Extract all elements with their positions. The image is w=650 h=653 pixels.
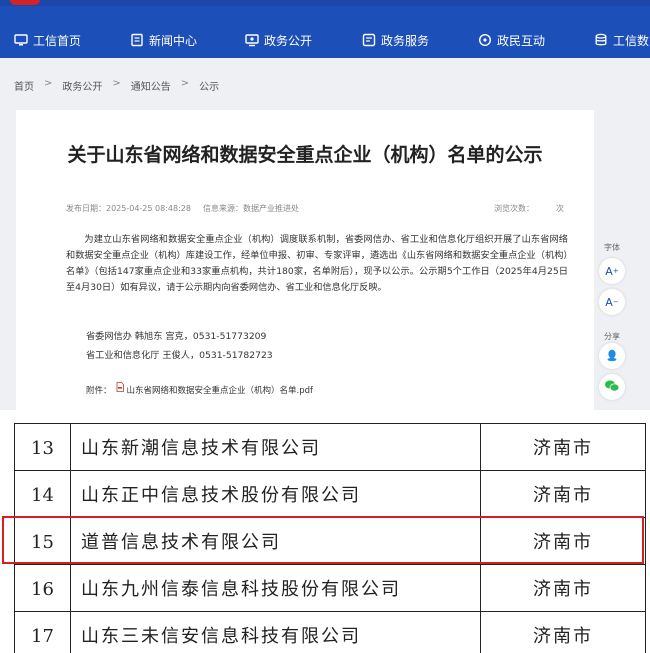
breadcrumb-gov-affairs[interactable]: 政务公开 bbox=[62, 78, 102, 93]
row-number: 14 bbox=[14, 470, 71, 518]
contact-list: 省委网信办 韩旭东 宫克，0531-51773209 省工业和信息化厅 王俊人，… bbox=[86, 327, 273, 365]
breadcrumb-separator: > bbox=[180, 78, 190, 89]
publish-date: 发布日期：2025-04-25 08:48:28 bbox=[66, 204, 191, 213]
site-logo[interactable] bbox=[10, 0, 40, 5]
company-name: 山东九州信泰信息科技股份有限公司 bbox=[70, 564, 481, 612]
company-city: 济南市 bbox=[480, 423, 646, 471]
breadcrumb-notices[interactable]: 通知公告 bbox=[131, 78, 171, 93]
nav-item-home[interactable]: 工信首页 bbox=[14, 30, 81, 50]
article-title: 关于山东省网络和数据安全重点企业（机构）名单的公示 bbox=[67, 144, 543, 166]
breadcrumb-separator: > bbox=[44, 78, 53, 89]
nav-item-interaction[interactable]: 政民互动 bbox=[478, 30, 545, 50]
news-icon bbox=[130, 33, 144, 47]
nav-item-gov-affairs[interactable]: 政务公开 bbox=[245, 30, 312, 50]
plus-icon: + bbox=[612, 267, 619, 275]
table-row: 13 山东新潮信息技术有限公司 济南市 bbox=[14, 423, 646, 471]
chat-icon bbox=[478, 33, 492, 47]
qq-icon bbox=[605, 348, 619, 365]
top-nav: 工信首页 新闻中心 政务公开 政务服务 政民互动 工信数 bbox=[0, 0, 650, 58]
breadcrumb-current[interactable]: 公示 bbox=[199, 78, 219, 93]
table-row: 14 山东正中信息技术股份有限公司 济南市 bbox=[14, 470, 646, 518]
nav-item-gov-service[interactable]: 政务服务 bbox=[362, 30, 429, 50]
nav-item-data[interactable]: 工信数 bbox=[594, 30, 649, 50]
company-name: 山东三未信安信息科技有限公司 bbox=[70, 611, 481, 653]
breadcrumb: 首页 > 政务公开 > 通知公告 > 公示 bbox=[14, 78, 219, 93]
company-city: 济南市 bbox=[480, 564, 646, 612]
share-wechat-button[interactable] bbox=[599, 374, 625, 400]
row-number: 17 bbox=[14, 611, 71, 653]
attachment: 附件： 山东省网络和数据安全重点企业（机构）名单.pdf bbox=[86, 382, 314, 396]
attachment-label: 附件： bbox=[86, 386, 112, 396]
nav-label: 政民互动 bbox=[497, 33, 546, 48]
screen-icon bbox=[245, 33, 259, 47]
contact-cac: 省委网信办 韩旭东 宫克，0531-51773209 bbox=[86, 331, 267, 342]
font-size-label: 字体 bbox=[604, 243, 620, 252]
attachment-link[interactable]: 山东省网络和数据安全重点企业（机构）名单.pdf bbox=[127, 384, 314, 396]
company-name: 山东新潮信息技术有限公司 bbox=[70, 423, 481, 471]
font-decrease-button[interactable]: A − bbox=[599, 289, 625, 315]
pdf-icon bbox=[116, 382, 124, 392]
row-number: 16 bbox=[14, 564, 71, 612]
document-icon bbox=[362, 33, 376, 47]
table-row: 16 山东九州信泰信息科技股份有限公司 济南市 bbox=[14, 564, 646, 612]
share-qq-button[interactable] bbox=[599, 343, 625, 369]
font-increase-button[interactable]: A + bbox=[599, 258, 625, 284]
nav-label: 政务公开 bbox=[264, 33, 313, 48]
nav-label: 工信数 bbox=[613, 33, 650, 48]
article-meta: 发布日期：2025-04-25 08:48:28 信息来源：数据产业推进处 浏览… bbox=[66, 203, 564, 214]
info-source: 信息来源：数据产业推进处 bbox=[202, 204, 299, 213]
breadcrumb-home[interactable]: 首页 bbox=[14, 78, 34, 93]
company-city: 济南市 bbox=[480, 611, 646, 653]
company-city: 济南市 bbox=[480, 470, 646, 518]
view-count-label: 浏览次数： bbox=[494, 204, 534, 213]
nav-label: 政务服务 bbox=[381, 33, 430, 48]
company-name: 山东正中信息技术股份有限公司 bbox=[70, 470, 481, 518]
article-paragraph: 为建立山东省网络和数据安全重点企业（机构）调度联系机制，省委网信办、省工业和信息… bbox=[66, 234, 568, 293]
view-count-unit: 次 bbox=[556, 204, 564, 213]
contact-miit: 省工业和信息化厅 王俊人，0531-51782723 bbox=[86, 350, 273, 361]
monitor-icon bbox=[14, 33, 28, 47]
table-row: 17 山东三未信安信息科技有限公司 济南市 bbox=[14, 611, 646, 653]
article-body: 为建立山东省网络和数据安全重点企业（机构）调度联系机制，省委网信办、省工业和信息… bbox=[66, 232, 568, 296]
share-label: 分享 bbox=[604, 332, 620, 341]
nav-label: 工信首页 bbox=[33, 33, 82, 48]
nav-item-news[interactable]: 新闻中心 bbox=[130, 30, 197, 50]
wechat-icon bbox=[604, 379, 620, 396]
nav-label: 新闻中心 bbox=[149, 33, 198, 48]
row-number: 13 bbox=[14, 423, 71, 471]
minus-icon: − bbox=[612, 298, 619, 306]
highlight-box bbox=[2, 516, 644, 564]
breadcrumb-separator: > bbox=[112, 78, 121, 89]
nav-top-strip bbox=[0, 0, 650, 6]
database-icon bbox=[594, 33, 608, 47]
